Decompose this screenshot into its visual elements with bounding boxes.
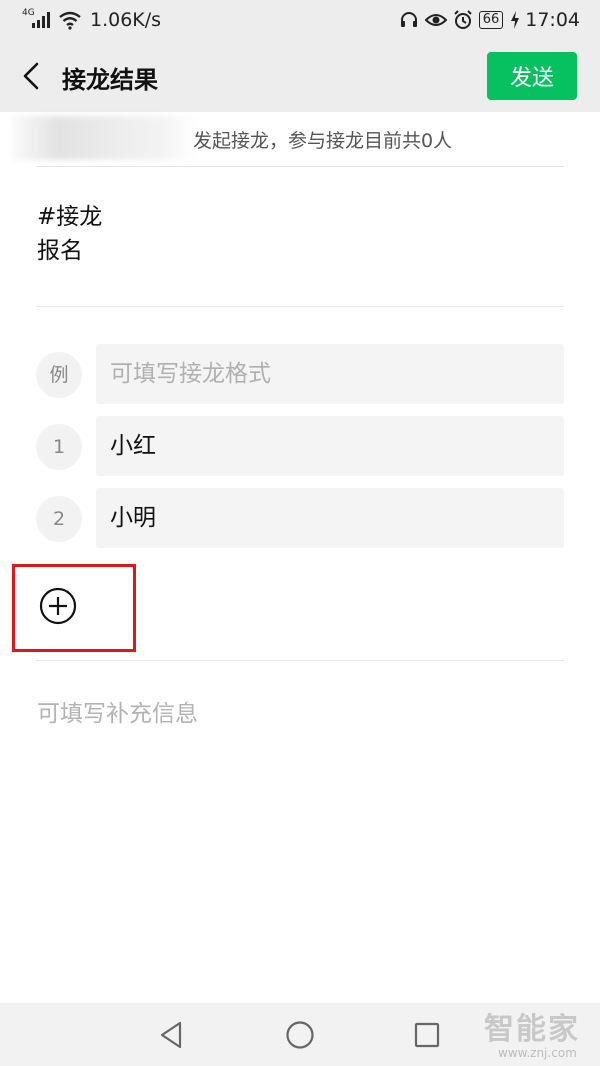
clock-time: 17:04 <box>525 9 580 31</box>
watermark-logo: 智能家 <box>484 1012 580 1047</box>
entry-input-2[interactable]: 小明 <box>96 488 564 548</box>
send-button[interactable]: 发送 <box>487 52 577 100</box>
signal-icon <box>32 12 50 28</box>
solitaire-summary: 发起接龙，参与接龙目前共0人 <box>0 112 600 166</box>
charging-icon <box>511 11 520 29</box>
plus-circle-icon[interactable] <box>38 586 78 626</box>
divider <box>36 660 564 661</box>
network-speed: 1.06K/s <box>90 9 162 31</box>
extra-info-input[interactable]: 可填写补充信息 <box>37 694 198 728</box>
watermark-url: www.znj.com <box>498 1046 577 1060</box>
blurred-initiator-name <box>12 116 198 160</box>
watermark: 智能家 www.znj.com <box>484 1004 594 1060</box>
back-arrow-icon[interactable] <box>14 58 50 94</box>
topic-line-1: #接龙 <box>37 204 103 230</box>
circle-home-icon[interactable] <box>284 1019 316 1051</box>
square-recents-icon[interactable] <box>411 1019 443 1051</box>
entry-row-example: 例 可填写接龙格式 <box>0 344 600 406</box>
battery-level: 66 <box>478 11 504 29</box>
entry-input-1[interactable]: 小红 <box>96 416 564 476</box>
alarm-icon <box>453 10 472 29</box>
topic-text[interactable]: #接龙 报名 <box>37 200 102 268</box>
wifi-icon <box>59 11 81 30</box>
entry-index-badge: 1 <box>36 424 82 470</box>
page-title: 接龙结果 <box>62 66 158 94</box>
topic-line-2: 报名 <box>37 238 83 264</box>
headphones-icon <box>400 12 417 27</box>
divider <box>36 306 564 307</box>
triangle-back-icon[interactable] <box>156 1019 188 1051</box>
entry-row-1: 1 小红 <box>0 416 600 478</box>
eye-icon <box>424 14 447 26</box>
entry-index-badge: 2 <box>36 496 82 542</box>
summary-text: 发起接龙，参与接龙目前共0人 <box>193 130 453 152</box>
entry-row-2: 2 小明 <box>0 488 600 550</box>
entry-index-badge: 例 <box>36 352 82 398</box>
app-header: 接龙结果 发送 <box>0 42 600 112</box>
status-bar: 4G 1.06K/s 66 17:04 <box>0 0 600 42</box>
entry-format-input[interactable]: 可填写接龙格式 <box>96 344 564 404</box>
divider <box>36 166 564 167</box>
